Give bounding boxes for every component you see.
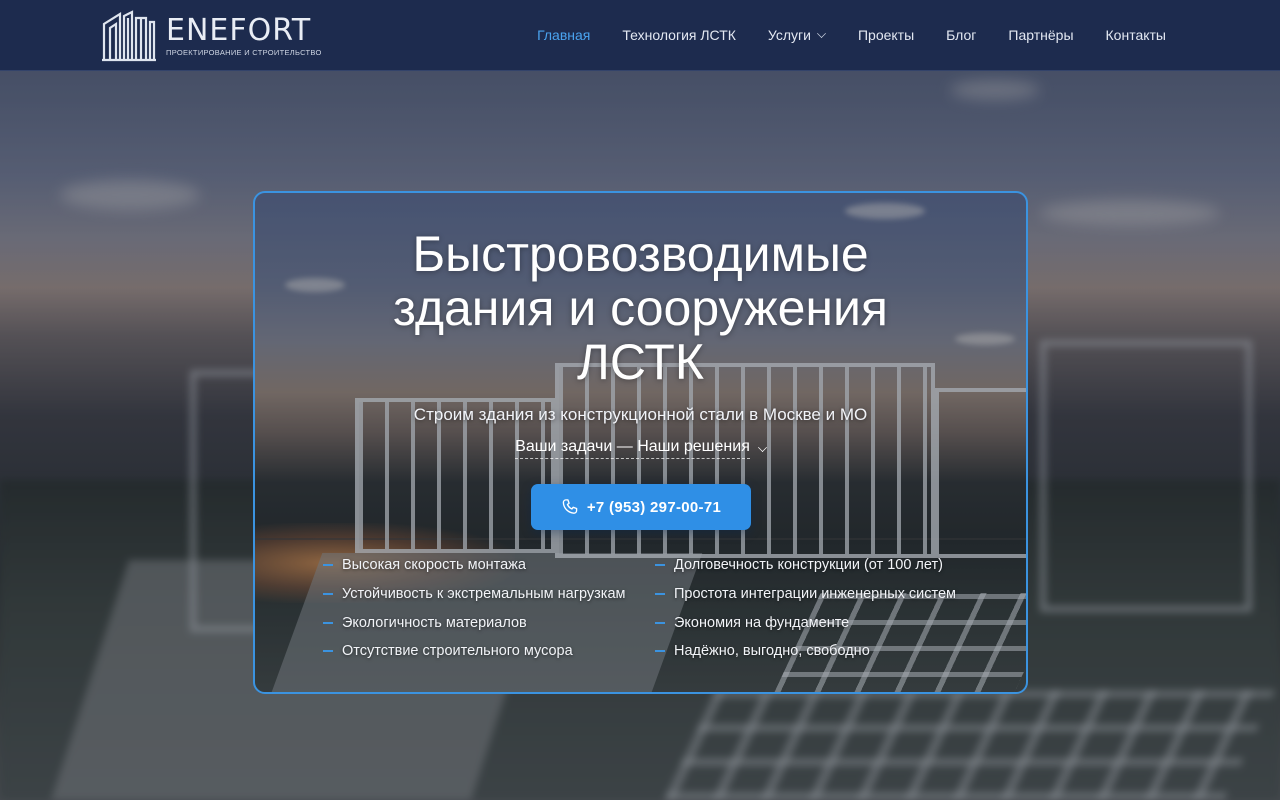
nav-label: Технология ЛСТК	[622, 27, 736, 43]
phone-call-button[interactable]: +7 (953) 297-00-71	[531, 484, 751, 530]
dash-bullet-icon	[655, 593, 665, 596]
nav-item-home[interactable]: Главная	[537, 27, 590, 43]
dash-bullet-icon	[655, 650, 665, 653]
chevron-down-icon	[817, 29, 826, 38]
feature-item: Надёжно, выгодно, свободно	[655, 637, 975, 666]
dash-bullet-icon	[323, 621, 333, 624]
main-nav: Главная Технология ЛСТК Услуги Проекты Б…	[505, 0, 1166, 70]
nav-item-projects[interactable]: Проекты	[858, 27, 914, 43]
dash-bullet-icon	[655, 564, 665, 567]
hero-content: Быстровозводимые здания и сооружения ЛСТ…	[255, 193, 1026, 692]
feature-item: Долговечность конструкции (от 100 лет)	[655, 551, 975, 580]
dash-bullet-icon	[323, 650, 333, 653]
feature-text: Экологичность материалов	[342, 614, 527, 631]
feature-text: Устойчивость к экстремальным нагрузкам	[342, 586, 626, 603]
nav-item-services[interactable]: Услуги	[768, 27, 826, 43]
nav-item-blog[interactable]: Блог	[946, 27, 976, 43]
nav-item-partners[interactable]: Партнёры	[1008, 27, 1073, 43]
tasks-solutions-label: Ваши задачи — Наши решения	[515, 438, 750, 459]
features-list: Высокая скорость монтажа Долговечность к…	[323, 551, 983, 671]
hero-subtitle: Строим здания из конструкционной стали в…	[413, 405, 868, 424]
nav-label: Блог	[946, 27, 977, 43]
hero-title: Быстровозводимые здания и сооружения ЛСТ…	[255, 227, 1026, 389]
logo[interactable]: ENEFORT ПРОЕКТИРОВАНИЕ И СТРОИТЕЛЬСТВО	[102, 8, 332, 64]
chevron-down-icon	[757, 442, 767, 452]
phone-number: +7 (953) 297-00-71	[586, 498, 722, 516]
building-logo-icon	[102, 10, 156, 62]
phone-icon	[562, 499, 578, 514]
nav-item-contacts[interactable]: Контакты	[1106, 27, 1166, 43]
feature-text: Долговечность конструкции (от 100 лет)	[674, 557, 943, 574]
page: ENEFORT ПРОЕКТИРОВАНИЕ И СТРОИТЕЛЬСТВО Г…	[0, 0, 1280, 800]
feature-item: Высокая скорость монтажа	[323, 551, 655, 580]
nav-label: Услуги	[767, 27, 811, 43]
nav-item-technology[interactable]: Технология ЛСТК	[622, 27, 736, 43]
hero-card: Быстровозводимые здания и сооружения ЛСТ…	[253, 191, 1028, 694]
nav-label: Проекты	[857, 27, 915, 43]
feature-text: Надёжно, выгодно, свободно	[674, 643, 870, 660]
dash-bullet-icon	[323, 593, 333, 596]
site-header: ENEFORT ПРОЕКТИРОВАНИЕ И СТРОИТЕЛЬСТВО Г…	[0, 0, 1280, 71]
dash-bullet-icon	[323, 564, 333, 567]
dash-bullet-icon	[655, 621, 665, 624]
hero-title-line: ЛСТК	[577, 334, 704, 390]
feature-item: Отсутствие строительного мусора	[323, 637, 655, 666]
nav-label: Партнёры	[1008, 27, 1074, 43]
feature-text: Простота интеграции инженерных систем	[674, 586, 957, 603]
nav-label: Главная	[537, 27, 591, 43]
feature-item: Устойчивость к экстремальным нагрузкам	[323, 580, 655, 609]
hero-title-line: Быстровозводимые	[412, 226, 869, 282]
feature-item: Простота интеграции инженерных систем	[655, 580, 975, 609]
logo-tagline: ПРОЕКТИРОВАНИЕ И СТРОИТЕЛЬСТВО	[166, 48, 322, 57]
feature-text: Отсутствие строительного мусора	[342, 643, 573, 660]
feature-item: Экологичность материалов	[323, 608, 655, 637]
logo-name: ENEFORT	[166, 13, 312, 48]
hero-title-line: здания и сооружения	[393, 280, 888, 336]
feature-item: Экономия на фундаменте	[655, 608, 975, 637]
feature-text: Высокая скорость монтажа	[342, 557, 526, 574]
nav-label: Контакты	[1105, 27, 1166, 43]
feature-text: Экономия на фундаменте	[674, 614, 850, 631]
tasks-solutions-toggle[interactable]: Ваши задачи — Наши решения	[511, 438, 771, 459]
